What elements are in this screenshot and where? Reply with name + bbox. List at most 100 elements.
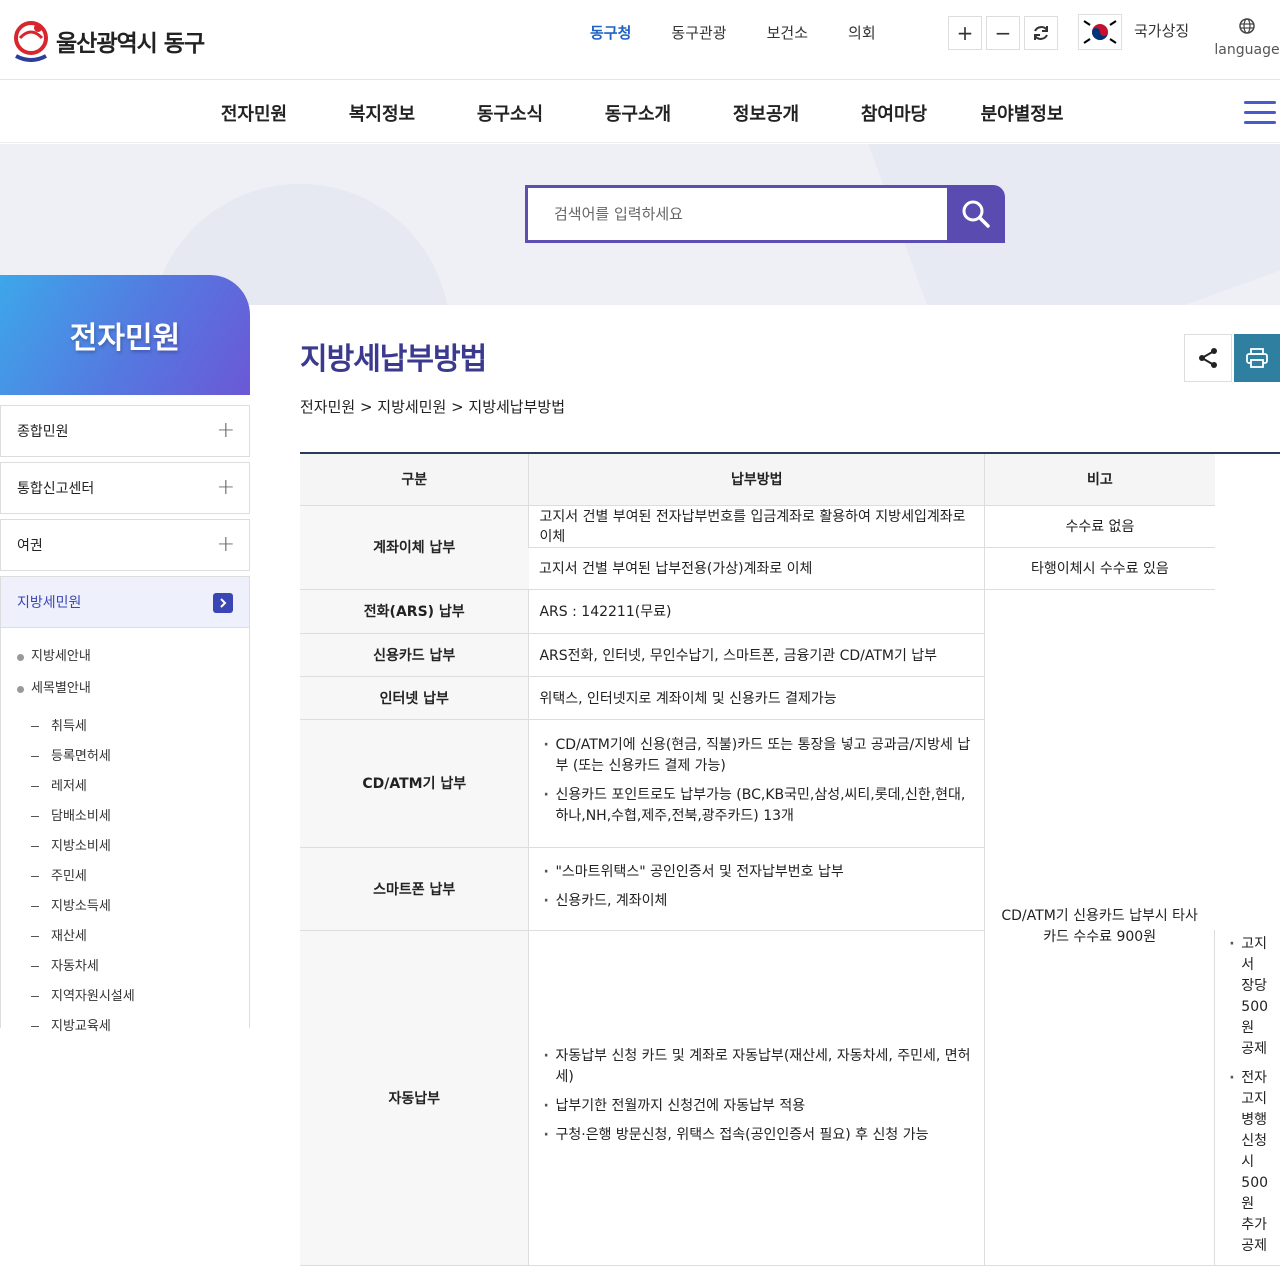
column-header: 납부방법 <box>528 453 985 506</box>
row-category: 전화(ARS) 납부 <box>300 589 529 634</box>
list-item: 신용카드 포인트로도 납부가능 (BC,KB국민,삼성,씨티,롯데,신한,현대,… <box>541 785 972 827</box>
submenu-item[interactable]: 세목별안내 <box>1 676 249 708</box>
zoom-in-button[interactable]: + <box>948 16 982 50</box>
row-note: 수수료 없음 <box>984 505 1215 548</box>
submenu-subitem[interactable]: 재산세 <box>1 922 249 952</box>
main-nav-item[interactable]: 전자민원 <box>190 100 318 126</box>
main-nav: 전자민원 복지정보 동구소식 동구소개 정보공개 참여마당 분야별정보 <box>0 81 1280 143</box>
submenu-subitem[interactable]: 지역자원시설세 <box>1 982 249 1012</box>
top-nav-tourism[interactable]: 동구관광 <box>671 22 726 43</box>
search-button[interactable] <box>947 185 1005 243</box>
main-nav-item[interactable]: 분야별정보 <box>958 100 1086 126</box>
share-icon <box>1199 348 1217 368</box>
column-header: 구분 <box>300 453 529 506</box>
row-method: 위택스, 인터넷지로 계좌이체 및 신용카드 결제가능 <box>528 676 985 720</box>
submenu-subitem[interactable]: 지방교육세 <box>1 1012 249 1042</box>
submenu-item[interactable]: 지방세안내 <box>1 644 249 676</box>
row-method: 고지서 건별 부여된 전자납부번호를 입금계좌로 활용하여 지방세입계좌로 이체 <box>528 505 985 548</box>
submenu-subitem[interactable]: 지방소비세 <box>1 832 249 862</box>
sidebar-title-box: 전자민원 <box>0 275 250 395</box>
row-category: 인터넷 납부 <box>300 676 529 720</box>
list-item: 전자고지 병행신청 시 500원 추가공제 <box>1227 1068 1268 1257</box>
print-button[interactable] <box>1234 334 1280 382</box>
printer-icon <box>1246 348 1268 368</box>
national-symbol-link[interactable]: 국가상징 <box>1078 14 1189 50</box>
zoom-controls: + − <box>948 16 1062 50</box>
row-category: 자동납부 <box>300 930 529 1266</box>
share-button[interactable] <box>1184 334 1232 382</box>
row-method: 고지서 건별 부여된 납부전용(가상)계좌로 이체 <box>528 547 985 590</box>
top-nav-council[interactable]: 의회 <box>848 22 876 43</box>
zoom-out-button[interactable]: − <box>986 16 1020 50</box>
sidebar-item-label: 지방세민원 <box>17 595 82 611</box>
page-title: 지방세납부방법 <box>300 342 487 377</box>
submenu-subitem[interactable]: 등록면허세 <box>1 742 249 772</box>
sidebar-submenu: 지방세안내 세목별안내 취득세 등록면허세 레저세 담배소비세 지방소비세 주민… <box>0 628 250 1034</box>
sidebar-item-label: 종합민원 <box>17 424 69 440</box>
list-item: "스마트위택스" 공인인증서 및 전자납부번호 납부 <box>541 862 972 883</box>
sidebar-item-general[interactable]: 종합민원 + <box>0 405 250 457</box>
table-row: 전화(ARS) 납부 ARS : 142211(무료) CD/ATM기 신용카드… <box>300 589 1280 1266</box>
sidebar-item-passport[interactable]: 여권 + <box>0 519 250 571</box>
refresh-icon <box>1034 26 1048 40</box>
submenu-subitem[interactable]: 주민세 <box>1 862 249 892</box>
breadcrumb: 전자민원 > 지방세민원 > 지방세납부방법 <box>300 398 566 416</box>
row-category: 신용카드 납부 <box>300 633 529 677</box>
row-method: ARS전화, 인터넷, 무인수납기, 스마트폰, 금융기관 CD/ATM기 납부 <box>528 633 985 677</box>
column-header: 비고 <box>984 453 1215 506</box>
row-category: CD/ATM기 납부 <box>300 719 529 848</box>
table-row: 계좌이체 납부 고지서 건별 부여된 전자납부번호를 입금계좌로 활용하여 지방… <box>300 505 1280 590</box>
logo-text: 울산광역시 동구 <box>56 31 205 57</box>
main-nav-item[interactable]: 참여마당 <box>830 100 958 126</box>
payment-methods-table: 구분 납부방법 비고 계좌이체 납부 고지서 건별 부여된 전자납부번호를 입금… <box>300 452 1280 1266</box>
plus-icon: + <box>216 532 235 557</box>
minus-icon: − <box>994 21 1012 45</box>
national-symbol-label: 국가상징 <box>1134 21 1190 40</box>
top-bar: 울산광역시 동구 동구청 동구관광 보건소 의회 + − 국가상징 langua… <box>0 0 1280 80</box>
main-nav-item[interactable]: 정보공개 <box>702 100 830 126</box>
row-method: ARS : 142211(무료) <box>528 589 985 634</box>
row-method: 자동납부 신청 카드 및 계좌로 자동납부(재산세, 자동차세, 주민세, 면허… <box>528 930 985 1266</box>
table-header-row: 구분 납부방법 비고 <box>300 453 1280 506</box>
chevron-right-icon <box>213 593 233 613</box>
submenu-subitem[interactable]: 담배소비세 <box>1 802 249 832</box>
main-nav-item[interactable]: 동구소개 <box>574 100 702 126</box>
top-nav-health-center[interactable]: 보건소 <box>767 22 808 43</box>
row-note: 타행이체시 수수료 있음 <box>984 547 1215 590</box>
sidebar-item-report-center[interactable]: 통합신고센터 + <box>0 462 250 514</box>
site-logo[interactable]: 울산광역시 동구 <box>12 20 205 62</box>
sidebar-item-label: 통합신고센터 <box>17 481 95 497</box>
list-item: 구청·은행 방문신청, 위택스 접속(공인인증서 필요) 후 신청 가능 <box>541 1125 972 1146</box>
globe-icon <box>1239 18 1255 34</box>
list-item: CD/ATM기에 신용(현금, 직불)카드 또는 통장을 넣고 공과금/지방세 … <box>541 735 972 777</box>
list-item: 고지서 장당 500원 공제 <box>1227 934 1268 1060</box>
hamburger-menu-icon[interactable] <box>1244 101 1276 125</box>
submenu-subitem[interactable]: 자동차세 <box>1 952 249 982</box>
plus-icon: + <box>956 21 974 45</box>
sidebar-menu: 종합민원 + 통합신고센터 + 여권 + 지방세민원 지방세안내 세목별안내 취… <box>0 405 250 1034</box>
sidebar-item-label: 여권 <box>17 538 43 554</box>
zoom-reset-button[interactable] <box>1024 16 1058 50</box>
row-category: 스마트폰 납부 <box>300 847 529 931</box>
main-nav-item[interactable]: 동구소식 <box>446 100 574 126</box>
sidebar-title: 전자민원 <box>69 321 181 356</box>
search-icon <box>962 200 990 228</box>
search-box <box>525 185 1005 243</box>
submenu-subitem[interactable]: 지방소득세 <box>1 892 249 922</box>
language-button[interactable]: language <box>1214 18 1280 58</box>
search-input[interactable] <box>525 185 947 243</box>
korean-flag-icon <box>1078 14 1122 50</box>
list-item: 신용카드, 계좌이체 <box>541 891 972 912</box>
plus-icon: + <box>216 418 235 443</box>
logo-emblem-icon <box>12 20 50 62</box>
plus-icon: + <box>216 475 235 500</box>
main-nav-item[interactable]: 복지정보 <box>318 100 446 126</box>
submenu-subitem[interactable]: 취득세 <box>1 712 249 742</box>
language-label: language <box>1214 42 1280 58</box>
submenu-subitem[interactable]: 레저세 <box>1 772 249 802</box>
row-method: CD/ATM기에 신용(현금, 직불)카드 또는 통장을 넣고 공과금/지방세 … <box>528 719 985 848</box>
row-note: CD/ATM기 신용카드 납부시 타사카드 수수료 900원 <box>984 589 1215 1266</box>
top-nav-dongu-office[interactable]: 동구청 <box>590 22 631 43</box>
row-category: 계좌이체 납부 <box>300 505 529 590</box>
sidebar-item-local-tax[interactable]: 지방세민원 <box>0 576 250 628</box>
